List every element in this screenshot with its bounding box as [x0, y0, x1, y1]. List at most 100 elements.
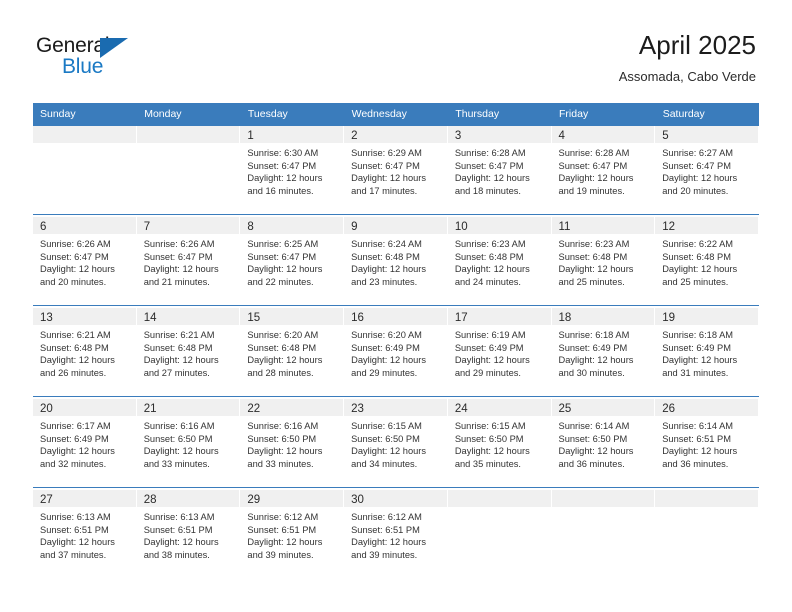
- calendar-day-cell[interactable]: 27 Sunrise: 6:13 AM Sunset: 6:51 PM Dayligh…: [33, 490, 137, 578]
- calendar-day-cell[interactable]: 25 Sunrise: 6:14 AM Sunset: 6:50 PM Dayligh…: [551, 399, 656, 488]
- calendar-day-cell[interactable]: 11 Sunrise: 6:23 AM Sunset: 6:48 PM Dayligh…: [551, 217, 656, 306]
- calendar-day-cell[interactable]: 19 Sunrise: 6:18 AM Sunset: 6:49 PM Dayligh…: [655, 308, 759, 397]
- calendar-day-cell[interactable]: 26 Sunrise: 6:14 AM Sunset: 6:51 PM Dayligh…: [655, 399, 759, 488]
- day-number-band: [447, 490, 551, 507]
- sunrise-text: Sunrise: 6:13 AM: [40, 512, 111, 522]
- calendar-day-cell[interactable]: 14 Sunrise: 6:21 AM Sunset: 6:48 PM Dayligh…: [136, 308, 241, 397]
- daylight-text-line2: and 22 minutes.: [247, 276, 314, 287]
- calendar-day-cell[interactable]: 23 Sunrise: 6:15 AM Sunset: 6:50 PM Dayligh…: [344, 399, 448, 488]
- daylight-text-line1: Daylight: 12 hours: [558, 446, 634, 457]
- daylight-text-line2: and 16 minutes.: [247, 185, 314, 196]
- calendar-day-cell[interactable]: 4 Sunrise: 6:28 AM Sunset: 6:47 PM Daylight…: [551, 126, 656, 215]
- sunset-text: Sunset: 6:47 PM: [454, 160, 524, 171]
- calendar-day-cell[interactable]: 13 Sunrise: 6:21 AM Sunset: 6:48 PM Dayligh…: [33, 308, 137, 397]
- day-cell-inner: 25 Sunrise: 6:14 AM Sunset: 6:50 PM Dayligh…: [551, 399, 656, 487]
- day-number-band: [551, 490, 655, 507]
- calendar-page: General Blue April 2025 Assomada, Cabo V…: [0, 0, 792, 612]
- sunset-text: Sunset: 6:50 PM: [143, 433, 213, 444]
- calendar-day-cell[interactable]: 2 Sunrise: 6:29 AM Sunset: 6:47 PM Daylight…: [344, 126, 448, 215]
- calendar-day-cell[interactable]: 24 Sunrise: 6:15 AM Sunset: 6:50 PM Dayligh…: [447, 399, 552, 488]
- page-subtitle: Assomada, Cabo Verde: [618, 69, 756, 84]
- weekday-header-tuesday: Tuesday: [240, 103, 345, 126]
- daylight-text-line2: and 27 minutes.: [143, 367, 210, 378]
- calendar-day-cell[interactable]: 28 Sunrise: 6:13 AM Sunset: 6:51 PM Dayligh…: [136, 490, 241, 578]
- generalblue-logo[interactable]: General Blue: [36, 34, 156, 80]
- daylight-text-line1: Daylight: 12 hours: [247, 264, 323, 275]
- calendar-day-cell[interactable]: 20 Sunrise: 6:17 AM Sunset: 6:49 PM Dayligh…: [33, 399, 137, 488]
- day-detail-lines: [448, 507, 552, 511]
- calendar-day-cell[interactable]: 12 Sunrise: 6:22 AM Sunset: 6:48 PM Dayligh…: [655, 217, 759, 306]
- daylight-text-line1: Daylight: 12 hours: [247, 355, 323, 366]
- calendar-day-cell[interactable]: 8 Sunrise: 6:25 AM Sunset: 6:47 PM Daylight…: [240, 217, 345, 306]
- daylight-text-line1: Daylight: 12 hours: [40, 537, 115, 548]
- day-number-band: 8: [240, 217, 344, 234]
- day-cell-inner: 1 Sunrise: 6:30 AM Sunset: 6:47 PM Daylight…: [240, 126, 344, 214]
- day-cell-inner: 24 Sunrise: 6:15 AM Sunset: 6:50 PM Dayligh…: [447, 399, 552, 487]
- day-number: 1: [247, 130, 254, 142]
- day-number-band: 17: [447, 308, 551, 325]
- calendar-week-row: 6 Sunrise: 6:26 AM Sunset: 6:47 PM Daylight…: [33, 217, 759, 306]
- calendar-day-cell[interactable]: 29 Sunrise: 6:12 AM Sunset: 6:51 PM Dayligh…: [240, 490, 345, 578]
- day-detail-lines: Sunrise: 6:14 AM Sunset: 6:51 PM Daylight:…: [655, 416, 759, 470]
- daylight-text-line1: Daylight: 12 hours: [454, 355, 530, 366]
- day-cell-inner: 28 Sunrise: 6:13 AM Sunset: 6:51 PM Dayligh…: [136, 490, 241, 578]
- daylight-text-line1: Daylight: 12 hours: [143, 355, 219, 366]
- daylight-text-line2: and 23 minutes.: [351, 276, 418, 287]
- calendar-week-row: 1 Sunrise: 6:30 AM Sunset: 6:47 PM Daylight…: [33, 126, 759, 215]
- sunrise-text: Sunrise: 6:27 AM: [662, 148, 734, 158]
- sunset-text: Sunset: 6:51 PM: [40, 524, 109, 535]
- day-number-band: 14: [136, 308, 240, 325]
- weekday-header-wednesday: Wednesday: [344, 103, 449, 126]
- sunrise-text: Sunrise: 6:23 AM: [454, 239, 526, 249]
- calendar-day-cell[interactable]: 5 Sunrise: 6:27 AM Sunset: 6:47 PM Daylight…: [655, 126, 759, 215]
- day-detail-lines: Sunrise: 6:23 AM Sunset: 6:48 PM Daylight:…: [552, 234, 656, 288]
- day-number: 7: [143, 221, 151, 233]
- sunset-text: Sunset: 6:48 PM: [143, 342, 213, 353]
- calendar-day-cell[interactable]: 10 Sunrise: 6:23 AM Sunset: 6:48 PM Dayligh…: [447, 217, 552, 306]
- calendar-day-cell[interactable]: 7 Sunrise: 6:26 AM Sunset: 6:47 PM Daylight…: [136, 217, 241, 306]
- calendar-week-row: 20 Sunrise: 6:17 AM Sunset: 6:49 PM Dayligh…: [33, 399, 759, 488]
- calendar-empty-cell: [551, 490, 656, 578]
- day-cell-inner: [136, 126, 241, 214]
- day-detail-lines: Sunrise: 6:23 AM Sunset: 6:48 PM Daylight:…: [448, 234, 552, 288]
- daylight-text-line2: and 37 minutes.: [40, 549, 107, 560]
- sunrise-text: Sunrise: 6:30 AM: [247, 148, 319, 158]
- day-detail-lines: Sunrise: 6:26 AM Sunset: 6:47 PM Daylight:…: [137, 234, 241, 288]
- calendar-day-cell[interactable]: 1 Sunrise: 6:30 AM Sunset: 6:47 PM Daylight…: [240, 126, 345, 215]
- calendar-day-cell[interactable]: 18 Sunrise: 6:18 AM Sunset: 6:49 PM Dayligh…: [551, 308, 656, 397]
- daylight-text-line1: Daylight: 12 hours: [454, 173, 530, 184]
- sunrise-text: Sunrise: 6:18 AM: [558, 330, 630, 340]
- daylight-text-line1: Daylight: 12 hours: [40, 264, 115, 275]
- calendar-day-cell[interactable]: 6 Sunrise: 6:26 AM Sunset: 6:47 PM Daylight…: [33, 217, 137, 306]
- sunset-text: Sunset: 6:49 PM: [558, 342, 628, 353]
- daylight-text-line2: and 20 minutes.: [662, 185, 729, 196]
- calendar-day-cell[interactable]: 16 Sunrise: 6:20 AM Sunset: 6:49 PM Dayligh…: [344, 308, 448, 397]
- day-detail-lines: Sunrise: 6:18 AM Sunset: 6:49 PM Daylight:…: [655, 325, 759, 379]
- calendar-day-cell[interactable]: 9 Sunrise: 6:24 AM Sunset: 6:48 PM Daylight…: [344, 217, 448, 306]
- calendar-day-cell[interactable]: 15 Sunrise: 6:20 AM Sunset: 6:48 PM Dayligh…: [240, 308, 345, 397]
- calendar-week-row: 13 Sunrise: 6:21 AM Sunset: 6:48 PM Dayligh…: [33, 308, 759, 397]
- calendar-empty-cell: [136, 126, 241, 215]
- daylight-text-line2: and 29 minutes.: [351, 367, 418, 378]
- sunset-text: Sunset: 6:51 PM: [662, 433, 731, 444]
- day-detail-lines: [552, 507, 656, 511]
- calendar-day-cell[interactable]: 3 Sunrise: 6:28 AM Sunset: 6:47 PM Daylight…: [447, 126, 552, 215]
- day-number: 14: [143, 312, 157, 324]
- day-number-band: 26: [655, 399, 758, 416]
- day-number: 23: [351, 403, 364, 415]
- day-number-band: 7: [136, 217, 240, 234]
- calendar-day-cell[interactable]: 17 Sunrise: 6:19 AM Sunset: 6:49 PM Dayligh…: [447, 308, 552, 397]
- day-number-band: 25: [551, 399, 655, 416]
- daylight-text-line1: Daylight: 12 hours: [247, 537, 323, 548]
- day-number-band: 27: [33, 490, 136, 507]
- daylight-text-line2: and 31 minutes.: [662, 367, 729, 378]
- day-number-band: 15: [240, 308, 344, 325]
- day-number: 11: [558, 221, 571, 233]
- day-number: 5: [662, 130, 669, 142]
- day-number: 30: [351, 494, 364, 506]
- calendar-day-cell[interactable]: 22 Sunrise: 6:16 AM Sunset: 6:50 PM Dayligh…: [240, 399, 345, 488]
- day-number-band: 30: [344, 490, 447, 507]
- day-cell-inner: 7 Sunrise: 6:26 AM Sunset: 6:47 PM Daylight…: [136, 217, 241, 305]
- calendar-day-cell[interactable]: 21 Sunrise: 6:16 AM Sunset: 6:50 PM Dayligh…: [136, 399, 241, 488]
- calendar-day-cell[interactable]: 30 Sunrise: 6:12 AM Sunset: 6:51 PM Dayligh…: [344, 490, 448, 578]
